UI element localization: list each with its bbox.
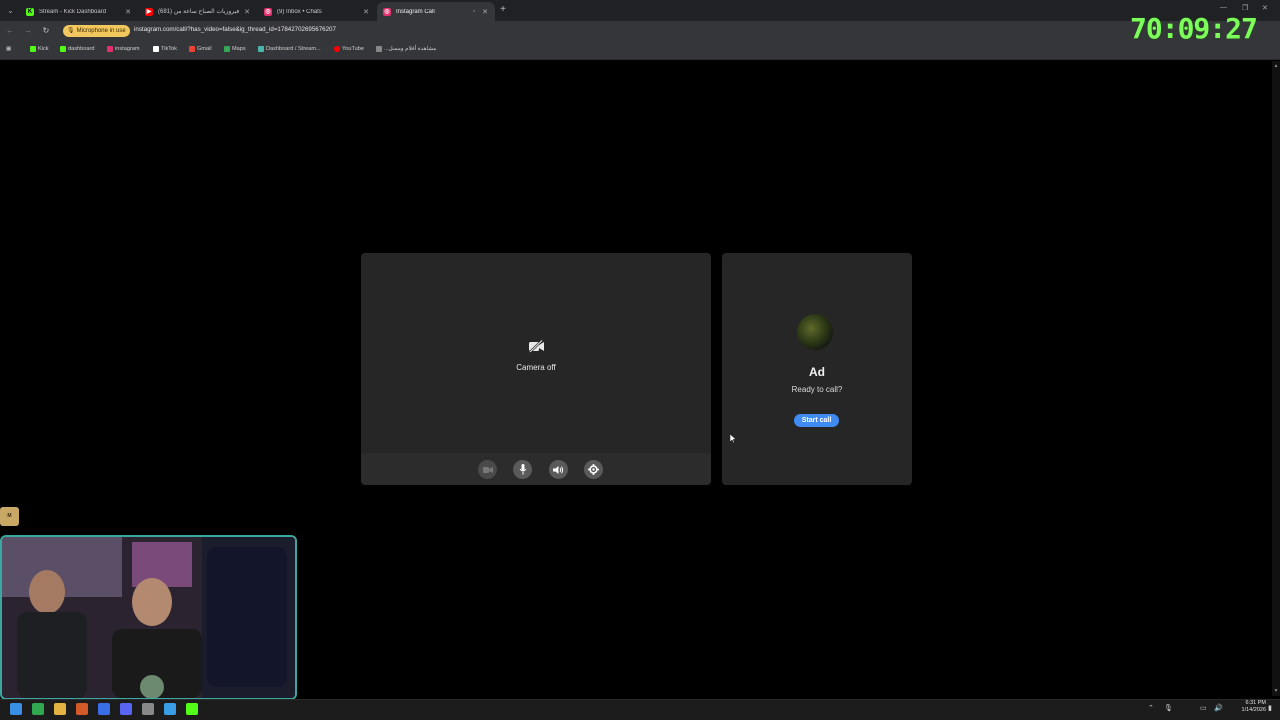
bookmark-movies[interactable]: ...مشاهدة أفلام ومسل [376, 46, 436, 52]
new-tab-button[interactable]: + [498, 3, 508, 17]
bookmark-youtube[interactable]: YouTube [334, 46, 364, 52]
app-icon[interactable] [76, 703, 88, 715]
bookmark-label: Kick [38, 46, 49, 52]
apps-icon[interactable]: ▦ [6, 46, 11, 52]
taskbar-clock[interactable]: 6:31 PM 1/14/2026 [1226, 700, 1266, 714]
dashboard-icon [258, 46, 264, 52]
bookmark-dashboard-stream[interactable]: Dashboard / Stream... [258, 46, 321, 52]
instagram-icon: ◎ [383, 7, 391, 16]
instagram-icon: ◎ [264, 7, 272, 16]
mouse-cursor-icon [730, 434, 736, 443]
tab-search-button[interactable]: ⌄ [4, 4, 17, 17]
bookmark-instagram[interactable]: instagram [107, 46, 140, 52]
scroll-down-icon[interactable]: ▼ [1273, 688, 1279, 694]
speaker-toggle-button[interactable] [549, 460, 568, 479]
tab-title: Stream - Kick Dashboard [39, 8, 107, 15]
clock-time: 6:31 PM [1245, 700, 1266, 706]
close-icon[interactable]: ✕ [481, 8, 489, 16]
app-icon[interactable] [98, 703, 110, 715]
call-controls-bar [361, 453, 711, 485]
notification-icon[interactable]: ▮ [1268, 704, 1272, 712]
bookmark-label: Dashboard / Stream... [266, 46, 321, 52]
address-bar[interactable]: instagram.com/call/?has_video=false&ig_t… [134, 26, 336, 33]
site-icon [376, 46, 382, 52]
video-toggle-button[interactable] [478, 460, 497, 479]
microphone-icon[interactable]: 🎙 [1164, 704, 1173, 712]
bookmark-label: ...مشاهدة أفلام ومسل [384, 46, 437, 52]
peer-status-text: Ready to call? [791, 385, 843, 394]
avatar [797, 314, 833, 350]
mic-indicator-label: Microphone in use [76, 28, 126, 34]
bookmark-label: instagram [115, 46, 140, 52]
bookmark-label: Gmail [197, 46, 212, 52]
bookmark-label: Maps [232, 46, 246, 52]
bookmark-kick[interactable]: Kick [30, 46, 49, 52]
bookmark-tiktok[interactable]: TikTok [153, 46, 177, 52]
chevron-up-icon[interactable]: ⌃ [1148, 704, 1154, 712]
close-window-icon[interactable]: ✕ [1262, 4, 1268, 12]
tab-title: (681) فيروزيات الصباح ساعة من [158, 9, 240, 15]
bookmark-label: TikTok [161, 46, 177, 52]
tab-title: (9) Inbox • Chats [277, 8, 322, 15]
chrome-icon[interactable] [32, 703, 44, 715]
tiktok-icon [153, 46, 159, 52]
bookmark-label: YouTube [342, 46, 364, 52]
maximize-icon[interactable]: ❐ [1242, 4, 1248, 12]
gmail-icon [189, 46, 195, 52]
clock-date: 1/14/2026 [1241, 707, 1266, 713]
bookmark-label: dashboard [68, 46, 95, 52]
speaker-icon [553, 465, 564, 474]
close-icon[interactable]: ✕ [243, 8, 251, 16]
maps-icon [224, 46, 230, 52]
app-icon[interactable] [186, 703, 198, 715]
tab-title: Instagram Call [396, 8, 435, 15]
tab-youtube[interactable]: ▶ (681) فيروزيات الصباح ساعة من ✕ [139, 2, 257, 21]
file-explorer-icon[interactable] [54, 703, 66, 715]
tab-instagram-call[interactable]: ◎ Instagram Call ◦ ✕ [377, 2, 495, 21]
minimize-icon[interactable]: — [1220, 4, 1227, 11]
app-icon[interactable] [142, 703, 154, 715]
microphone-icon [519, 464, 526, 475]
microphone-toggle-button[interactable] [513, 460, 532, 479]
back-icon[interactable]: ← [4, 25, 16, 37]
audio-icon[interactable]: ◦ [467, 8, 481, 15]
start-call-button[interactable]: Start call [794, 414, 839, 427]
video-camera-icon [482, 466, 493, 473]
camera-status-label: Camera off [516, 363, 556, 372]
stream-uptime-timer: 70:09:27 [1130, 12, 1258, 45]
camera-off-icon [529, 340, 544, 353]
kick-icon [60, 46, 66, 52]
bookmark-maps[interactable]: Maps [224, 46, 246, 52]
peer-name: Ad [809, 365, 825, 379]
microphone-in-use-indicator[interactable]: 🎙 Microphone in use [63, 25, 130, 37]
gear-icon [588, 464, 599, 475]
windows-start-icon[interactable] [10, 703, 22, 715]
instagram-icon [107, 46, 113, 52]
page-scrollbar[interactable]: ▲ ▼ [1272, 61, 1280, 696]
reload-icon[interactable]: ↻ [40, 25, 52, 37]
close-icon[interactable]: ✕ [124, 8, 132, 16]
network-icon[interactable]: ▭ [1200, 704, 1207, 712]
youtube-icon [334, 46, 340, 52]
tab-instagram-inbox[interactable]: ◎ (9) Inbox • Chats ✕ [258, 2, 376, 21]
webcam-feed [2, 537, 295, 698]
channel-badge-icon: M [0, 507, 19, 526]
kick-icon [30, 46, 36, 52]
webcam-overlay [0, 535, 297, 700]
tab-kick-dashboard[interactable]: K Stream - Kick Dashboard ✕ [20, 2, 138, 21]
close-icon[interactable]: ✕ [362, 8, 370, 16]
kick-icon: K [26, 7, 34, 16]
bookmark-gmail[interactable]: Gmail [189, 46, 212, 52]
microphone-icon: 🎙 [67, 28, 75, 34]
forward-icon[interactable]: → [22, 25, 34, 37]
settings-button[interactable] [584, 460, 603, 479]
volume-icon[interactable]: 🔊 [1214, 704, 1223, 712]
bookmark-dashboard[interactable]: dashboard [60, 46, 94, 52]
app-icon[interactable] [164, 703, 176, 715]
discord-icon[interactable] [120, 703, 132, 715]
youtube-icon: ▶ [145, 7, 153, 16]
scroll-up-icon[interactable]: ▲ [1273, 63, 1279, 69]
